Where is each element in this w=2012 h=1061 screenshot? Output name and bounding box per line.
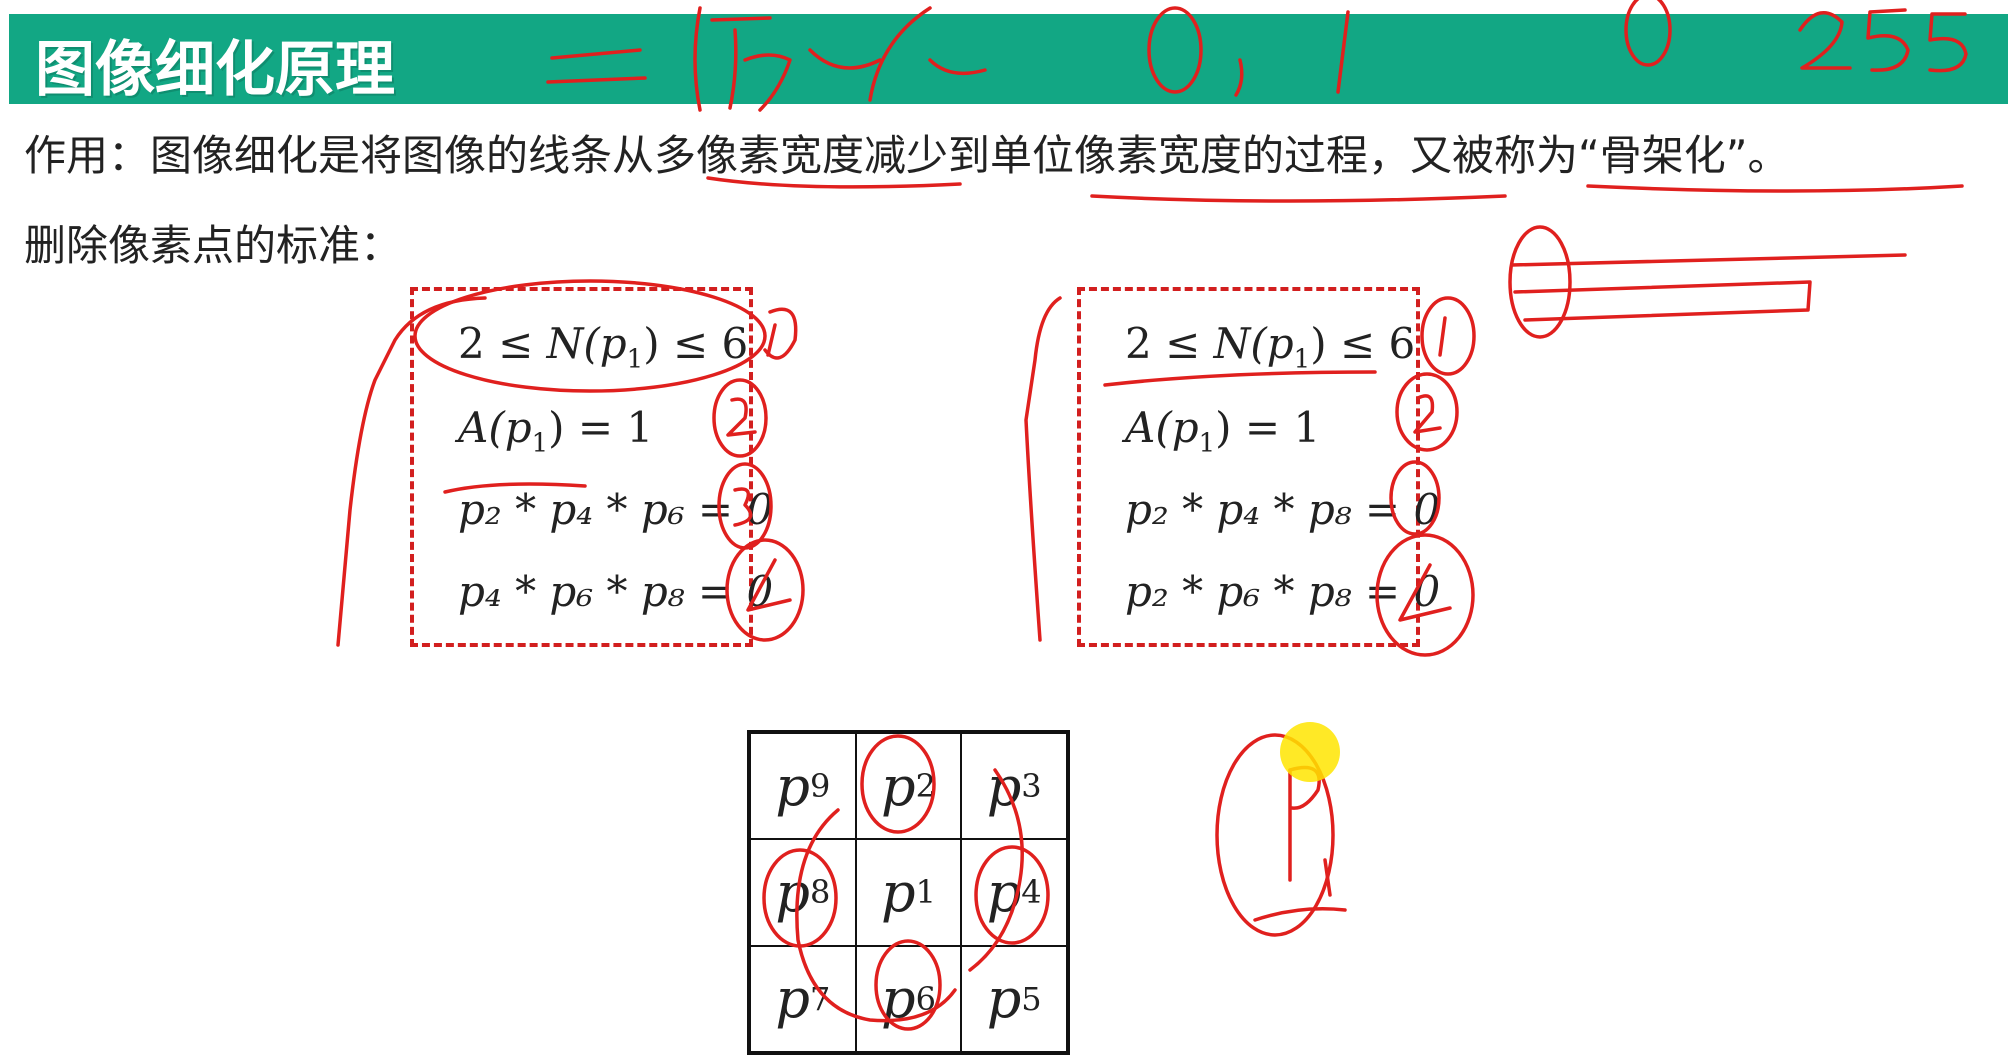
condition-right-4: p₂ * p₆ * p₈ = 0 xyxy=(1125,567,1441,616)
handwritten-p1 xyxy=(1215,733,1347,937)
neighborhood-grid: p9 p2 p3 p8 p1 p4 p7 p6 p5 xyxy=(747,730,1070,1055)
condition-left-3: p₂ * p₄ * p₆ = 0 xyxy=(458,485,774,534)
condition-box-right: 2 ≤ N(p1) ≤ 6 A(p1) = 1 p₂ * p₄ * p₈ = 0… xyxy=(1077,287,1440,647)
condition-right-1: 2 ≤ N(p1) ≤ 6 xyxy=(1125,319,1416,375)
slide-title: 图像细化原理 xyxy=(35,35,395,105)
grid-cell-p9: p9 xyxy=(750,733,856,840)
grid-cell-p7: p7 xyxy=(750,945,856,1052)
grid-cell-p6: p6 xyxy=(855,945,962,1052)
grid-cell-p4: p4 xyxy=(961,839,1067,946)
intro-line-criteria: 删除像素点的标准： xyxy=(24,221,403,270)
grid-cell-p3: p3 xyxy=(961,733,1067,840)
condition-right-3: p₂ * p₄ * p₈ = 0 xyxy=(1125,485,1441,534)
handwritten-box-sketch xyxy=(1508,225,1907,339)
grid-cell-p1: p1 xyxy=(855,839,962,946)
intro-line-purpose: 作用：图像细化是将图像的线条从多像素宽度减少到单位像素宽度的过程，又被称为“骨架… xyxy=(24,131,1790,180)
grid-cell-p5: p5 xyxy=(961,945,1067,1052)
grid-cell-p8: p8 xyxy=(750,839,856,946)
condition-left-1: 2 ≤ N(p1) ≤ 6 xyxy=(458,319,749,375)
condition-left-2: A(p1) = 1 xyxy=(458,403,654,459)
condition-left-4: p₄ * p₆ * p₈ = 0 xyxy=(458,567,774,616)
cursor-highlight xyxy=(1280,722,1340,782)
condition-right-2: A(p1) = 1 xyxy=(1125,403,1321,459)
title-bar: 图像细化原理 xyxy=(9,14,2008,105)
condition-box-left: 2 ≤ N(p1) ≤ 6 A(p1) = 1 p₂ * p₄ * p₆ = 0… xyxy=(410,287,773,647)
grid-cell-p2: p2 xyxy=(855,733,962,840)
